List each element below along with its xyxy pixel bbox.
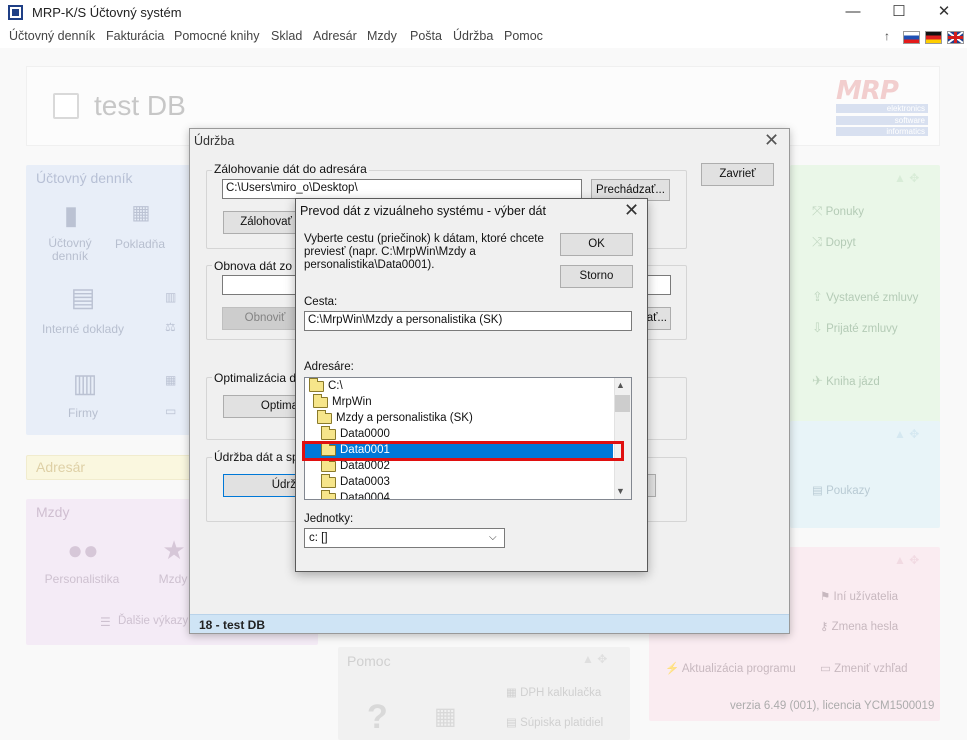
maintain-group-label: Údržba dát a spr	[212, 450, 305, 464]
arrow-up-icon[interactable]: ↑	[884, 29, 890, 43]
optimize-run-button[interactable]: Optima	[223, 395, 303, 418]
restore-path-field-end[interactable]	[647, 275, 671, 295]
drives-label: Jednotky:	[304, 513, 354, 525]
ok-button[interactable]: OK	[560, 233, 633, 256]
dir-item[interactable]: C:\	[305, 378, 631, 394]
close-icon[interactable]: ✕	[921, 0, 967, 26]
window-title: MRP-K/S Účtovný systém	[32, 5, 182, 20]
chevron-down-icon[interactable]: ⌵	[489, 532, 497, 543]
backup-path-field[interactable]: C:\Users\miro_o\Desktop\	[222, 179, 582, 199]
folder-icon	[321, 457, 336, 472]
dirs-label: Adresáre:	[304, 361, 354, 373]
open-folder-icon	[313, 393, 328, 408]
path-field[interactable]: C:\MrpWin\Mzdy a personalistika (SK)	[304, 311, 632, 331]
dir-item[interactable]: Data0004	[305, 489, 631, 499]
restore-path-field[interactable]	[222, 275, 302, 295]
scroll-up-icon[interactable]: ▲	[616, 380, 625, 390]
directory-list[interactable]: C:\ MrpWin Mzdy a personalistika (SK) Da…	[304, 377, 632, 500]
menu-mzdy[interactable]: Mzdy	[367, 29, 397, 43]
minimize-icon[interactable]: —	[830, 0, 876, 26]
uk-flag-icon[interactable]	[947, 31, 964, 44]
close-icon[interactable]: ✕	[624, 200, 639, 221]
menu-fakturacia[interactable]: Fakturácia	[106, 29, 164, 43]
drive-select[interactable]: c: []	[304, 528, 505, 548]
menu-adresar[interactable]: Adresár	[313, 29, 357, 43]
menu-uctovny-dennik[interactable]: Účtovný denník	[9, 29, 95, 43]
close-icon[interactable]: ✕	[764, 130, 779, 151]
app-icon	[8, 5, 23, 20]
open-folder-icon	[309, 378, 324, 392]
dir-item[interactable]: Data0003	[305, 473, 631, 490]
menu-pomocne-knihy[interactable]: Pomocné knihy	[174, 29, 259, 43]
scroll-thumb[interactable]	[615, 395, 630, 412]
path-label: Cesta:	[304, 296, 338, 308]
german-flag-icon[interactable]	[925, 31, 942, 44]
open-folder-icon	[317, 409, 332, 424]
picker-title: Prevod dát z vizuálneho systému - výber …	[300, 204, 546, 218]
menu-sklad[interactable]: Sklad	[271, 29, 302, 43]
storno-button[interactable]: Storno	[560, 265, 633, 288]
scroll-down-icon[interactable]: ▼	[616, 486, 625, 496]
menu-udrzba[interactable]: Údržba	[453, 29, 493, 43]
menu-pomoc[interactable]: Pomoc	[504, 29, 543, 43]
folder-icon	[321, 473, 336, 488]
zavriet-button[interactable]: Zavrieť	[701, 163, 774, 186]
dir-item[interactable]: Mzdy a personalistika (SK)	[305, 409, 631, 426]
status-bar	[190, 614, 789, 633]
backup-group-label: Zálohovanie dát do adresára	[212, 162, 369, 176]
menu-posta[interactable]: Pošta	[410, 29, 442, 43]
maintain-run-button[interactable]: Údrž	[223, 474, 303, 497]
udrzba-title: Údržba	[194, 134, 235, 148]
selection-highlight	[302, 441, 624, 461]
folder-icon	[321, 489, 336, 499]
status-text: 18 - test DB	[199, 618, 266, 632]
picker-description: Vyberte cestu (priečinok) k dátam, ktoré…	[304, 233, 544, 271]
optimize-group-label: Optimalizácia dát	[212, 371, 309, 385]
dir-item[interactable]: Data0000	[305, 425, 631, 442]
dir-item[interactable]: MrpWin	[305, 393, 631, 410]
folder-icon	[321, 425, 336, 440]
maximize-icon[interactable]: ☐	[876, 0, 922, 26]
slovak-flag-icon[interactable]	[903, 31, 920, 44]
